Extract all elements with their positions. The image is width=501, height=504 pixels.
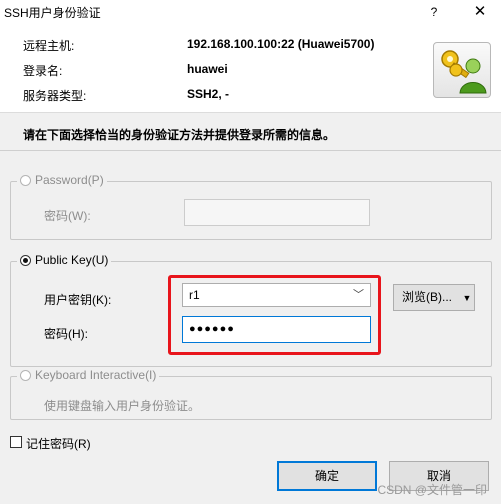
password-radio: Password(P) [17, 173, 107, 187]
title-bar: SSH用户身份验证 ? ✕ [0, 0, 501, 24]
remember-checkbox[interactable] [10, 436, 22, 448]
password-radio-circle [20, 174, 31, 186]
keyboard-description: 使用键盘输入用户身份验证。 [44, 399, 201, 413]
passphrase-label: 密码(H): [44, 327, 88, 341]
remember-label[interactable]: 记住密码(R) [26, 435, 91, 452]
server-type-value: SSH2, - [187, 87, 230, 101]
keyboard-radio: Keyboard Interactive(I) [17, 368, 160, 382]
separator [0, 150, 501, 151]
browse-button[interactable]: 浏览(B)... ▼ [393, 284, 475, 311]
remote-host-value: 192.168.100.100:22 (Huawei5700) [187, 37, 375, 51]
publickey-radio-circle[interactable] [20, 254, 31, 266]
split-dropdown-icon[interactable]: ▼ [460, 285, 474, 310]
close-button[interactable]: ✕ [469, 2, 491, 22]
ok-button[interactable]: 确定 [277, 461, 377, 491]
keyboard-radio-circle [20, 369, 31, 381]
password-field-label: 密码(W): [44, 209, 91, 223]
browse-button-label: 浏览(B)... [402, 290, 452, 304]
login-name-value: huawei [187, 62, 228, 76]
watermark: CSDN @文件管一印 [377, 483, 487, 497]
connection-info-panel: 远程主机: 192.168.100.100:22 (Huawei5700) 登录… [0, 24, 501, 113]
keyboard-radio-label: Keyboard Interactive(I) [35, 368, 157, 382]
password-input [184, 199, 370, 226]
server-type-label: 服务器类型: [23, 89, 87, 103]
login-name-label: 登录名: [23, 64, 63, 78]
publickey-radio-label[interactable]: Public Key(U) [35, 253, 108, 267]
help-button[interactable]: ? [424, 2, 444, 22]
publickey-radio[interactable]: Public Key(U) [17, 253, 112, 267]
annotation-highlight-box [168, 275, 381, 355]
password-radio-label: Password(P) [35, 173, 104, 187]
keys-user-icon [433, 42, 491, 98]
window-title: SSH用户身份验证 [4, 6, 101, 20]
instruction-text: 请在下面选择恰当的身份验证方法并提供登录所需的信息。 [23, 128, 336, 142]
remote-host-label: 远程主机: [23, 39, 75, 53]
user-key-label: 用户密钥(K): [44, 293, 112, 307]
